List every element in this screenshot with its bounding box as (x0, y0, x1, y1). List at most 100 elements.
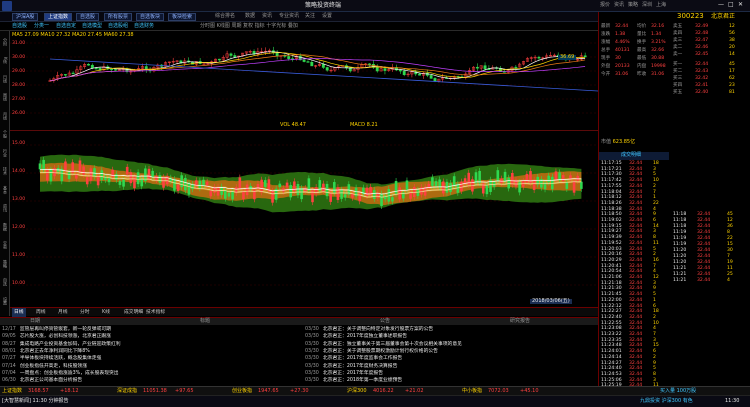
menu-item-sh[interactable]: 上海 (656, 3, 666, 8)
left-nav-item[interactable]: 月线 (1, 107, 9, 124)
maximize-icon[interactable]: □ (728, 2, 734, 8)
left-nav-item[interactable]: K线 (1, 52, 9, 69)
sub-tab-watch[interactable]: 自选股 (12, 24, 27, 29)
taskbar-notification[interactable]: [大智慧新闻] 11:30 分钟报告 (2, 399, 69, 404)
index-label[interactable]: 沪深300 (347, 389, 367, 394)
trades-list[interactable]: 11:17:15 32.44 18 11:17:21 32.44 3 11:17:30 32.… (599, 161, 669, 391)
news-item[interactable]: 06/30 北京君正公司基本面分析报告 (2, 377, 82, 384)
sell-price[interactable]: 32.47 (695, 38, 708, 44)
buy-price[interactable]: 32.43 (695, 69, 708, 75)
sub-tab-finance[interactable]: 自选财务 (134, 24, 154, 29)
quote-value: 20133 (615, 64, 630, 69)
toolbar-item-news[interactable]: 资讯 (262, 14, 272, 19)
quote-label: 均价 (637, 24, 647, 29)
buy-price[interactable]: 32.42 (695, 76, 708, 82)
left-nav-item[interactable]: 日线 (1, 70, 9, 87)
sub-tab-group[interactable]: 自选股组 (108, 24, 128, 29)
candle-body (96, 175, 100, 186)
tab-custom-board[interactable]: 自选板块 (136, 13, 165, 21)
news-item[interactable]: 08/01 北京君正去年净利润同比下降8% (2, 348, 90, 355)
chart-tab[interactable]: K线 (100, 308, 112, 317)
sub-tab-cat1[interactable]: 分类一 (34, 24, 49, 29)
menu-item-news[interactable]: 资讯 (614, 3, 624, 8)
minimize-icon[interactable]: — (718, 2, 724, 8)
left-nav-item[interactable]: 基本 (1, 181, 9, 198)
candle-body (162, 177, 165, 188)
chart-tab[interactable]: 周线 (34, 308, 48, 317)
toolbar-item-data[interactable]: 数据 (245, 14, 255, 19)
left-nav-item[interactable]: 资讯 (1, 200, 9, 217)
candle-body (325, 67, 329, 71)
news-item[interactable]: 09/05 芯片股大涨，必创科技领涨，北京君正跟涨 (2, 333, 111, 340)
chart-controls[interactable]: 分时图 K线图 周期 复权 指标 十字光标 叠加 (200, 24, 298, 29)
price-axis-tick: 30.00 (12, 55, 26, 60)
sell-price[interactable]: 32.45 (695, 52, 708, 58)
notice-item[interactable]: 03/30 北京君正：2017年度财务决算报告 (305, 363, 397, 370)
left-nav-item[interactable]: 个股 (1, 126, 9, 143)
sell-price[interactable]: 32.48 (695, 31, 708, 37)
candle-body (442, 181, 445, 194)
chart-tab[interactable]: 成交明细 (122, 308, 145, 317)
sub-tab-custom[interactable]: 自选自定 (56, 24, 76, 29)
right-trades-list[interactable]: 11:18 32.44 45 11:18 32.44 12 11:18 32.44 36 11:1… (671, 212, 750, 292)
sell-price[interactable]: 32.49 (695, 24, 708, 30)
chart-tab[interactable]: 日线 (12, 308, 26, 317)
chart-tab[interactable]: 技术指标 (144, 308, 167, 317)
top-right-value: 36.69 (558, 54, 577, 60)
buy-price[interactable]: 32.41 (695, 83, 708, 89)
menu-item-strategy[interactable]: 策略 (628, 3, 638, 8)
news-item[interactable]: 07/14 创业板指低开高走，科技股领涨 (2, 363, 87, 370)
toolbar-item-settings[interactable]: 设置 (322, 14, 332, 19)
tab-sh-index[interactable]: 上证指数 (44, 13, 73, 21)
tab-hs-a[interactable]: 沪深A股 (12, 13, 39, 21)
tab-board-search[interactable]: 板块检索 (168, 13, 197, 21)
left-nav-item[interactable]: 行业 (1, 144, 9, 161)
left-nav-item[interactable]: 自选 (1, 274, 9, 291)
candle-body (202, 179, 205, 186)
notice-item[interactable]: 03/30 北京君正：关于调整股票期权激励计划行权价格的公告 (305, 348, 438, 355)
candle-body (114, 69, 117, 71)
index-label[interactable]: 中小板指 (462, 389, 482, 394)
left-nav-item[interactable]: 周线 (1, 89, 9, 106)
news-item[interactable]: 07/27 半导体板块持续活跃，概念股集体走强 (2, 355, 101, 362)
menu-item-quote[interactable]: 报价 (600, 3, 610, 8)
sell-price[interactable]: 32.46 (695, 45, 708, 51)
news-item[interactable]: 08/27 集成电路产业投资基金加码，产业链迎政策红利 (2, 341, 121, 348)
menu-item-sz[interactable]: 深圳 (642, 3, 652, 8)
news-item[interactable]: 07/04 一周盘点：创业板指涨逾3%，成长股表现突出 (2, 370, 119, 377)
sub-tab-model[interactable]: 自选模型 (82, 24, 102, 29)
tab-all-stocks[interactable]: 所有股票 (104, 13, 133, 21)
notice-item[interactable]: 03/30 北京君正：独立董事关于第三届董事会第十次会议相关事项的意见 (305, 341, 462, 348)
price-chart-top[interactable]: MA5 27.09 MA10 27.32 MA20 27.45 MA60 27.… (10, 31, 598, 131)
notice-item[interactable]: 03/30 北京君正：2017年度独立董事述职报告 (305, 333, 407, 340)
news-item[interactable]: 12/17 监管层再叫停资管嵌套，新一轮反弹或可期 (2, 326, 111, 333)
notice-item[interactable]: 03/30 北京君正：2017年度监事会工作报告 (305, 355, 402, 362)
index-label[interactable]: 深证成指 (117, 389, 137, 394)
sub-toolbar: 自选股 分类一 自选自定 自选模型 自选股组 自选财务 分时图 K线图 周期 复… (0, 22, 598, 31)
buy-price[interactable]: 32.44 (695, 62, 708, 68)
left-nav-item[interactable]: 分时 (1, 33, 9, 50)
notice-item[interactable]: 03/30 北京君正：2018年第一季度业绩预告 (305, 377, 402, 384)
notice-item[interactable]: 03/30 北京君正：关于调整向特定对象发行股票方案的公告 (305, 326, 433, 333)
main-band-chart[interactable]: 2018/03/06(五) 15.00 14.00 13.00 12.00 11.00 1… (10, 131, 598, 307)
close-icon[interactable]: ✕ (738, 2, 743, 8)
left-nav-item[interactable]: 技术 (1, 163, 9, 180)
buy-price[interactable]: 32.40 (695, 90, 708, 96)
chart-tab[interactable]: 分时 (78, 308, 92, 317)
notice-item[interactable]: 03/30 北京君正：2017年年度报告 (305, 370, 383, 377)
index-status-bar: 上证指数 3168.57 +18.12 深证成指 11051.38 +97.65 创业板指 1… (0, 386, 750, 395)
left-nav-item[interactable]: 交易 (1, 237, 9, 254)
left-nav-item[interactable]: 设置 (1, 292, 9, 309)
left-nav-item[interactable]: 策略 (1, 255, 9, 272)
index-label[interactable]: 创业板指 (232, 389, 252, 394)
toolbar-item-rank[interactable]: 综合排名 (215, 14, 235, 19)
quote-label: 总手 (601, 48, 611, 53)
index-label[interactable]: 上证指数 (2, 389, 22, 394)
tab-watchlist[interactable]: 自选股 (76, 13, 100, 21)
candle-body (554, 171, 558, 180)
candle-body (460, 181, 463, 192)
toolbar-item-follow[interactable]: 关注 (305, 14, 315, 19)
chart-tab[interactable]: 月线 (56, 308, 70, 317)
left-nav-item[interactable]: 数据 (1, 218, 9, 235)
toolbar-item-pro-news[interactable]: 专业资讯 (279, 14, 299, 19)
